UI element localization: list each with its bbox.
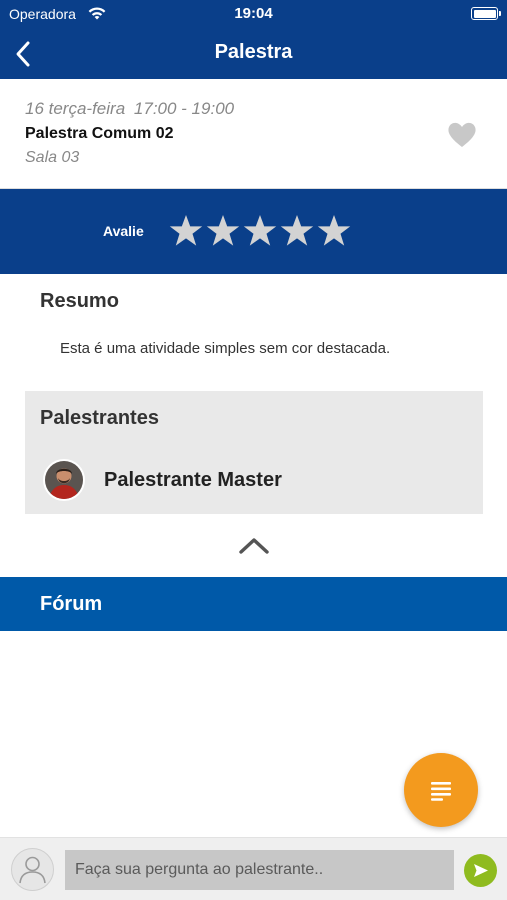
event-name: Palestra Comum 02 — [25, 125, 174, 142]
event-time: 17:00 - 19:00 — [133, 99, 235, 118]
speaker-item[interactable]: Palestrante Master — [43, 459, 463, 501]
clock: 19:04 — [234, 5, 273, 22]
nav-bar: Palestra — [0, 28, 507, 79]
star-icon-1[interactable] — [168, 213, 204, 249]
forum-title: Fórum — [40, 593, 103, 615]
event-room: Sala 03 — [25, 149, 80, 166]
rating-bar: Avalie — [0, 189, 507, 274]
speaker-photo — [45, 461, 83, 499]
battery-icon — [471, 7, 501, 20]
speaker-avatar — [43, 459, 85, 501]
star-icon-2[interactable] — [205, 213, 241, 249]
question-bar — [0, 837, 507, 900]
star-icon-5[interactable] — [316, 213, 352, 249]
speaker-name: Palestrante Master — [104, 469, 282, 491]
lines-icon — [431, 782, 451, 801]
heart-icon — [448, 122, 476, 147]
event-header: 16 terça-feira 17:00 - 19:00 Palestra Co… — [0, 79, 507, 189]
status-bar: Operadora 19:04 — [0, 0, 507, 28]
send-button[interactable] — [464, 854, 497, 887]
send-icon — [474, 864, 488, 877]
event-date: 16 terça-feira — [25, 99, 126, 118]
summary-text: Esta é uma atividade simples sem cor des… — [60, 340, 391, 357]
speakers-section: Palestrantes Palestrante Master — [25, 391, 483, 514]
collapse-chevron-icon[interactable] — [237, 534, 271, 556]
event-datetime: 16 terça-feira 17:00 - 19:00 — [25, 99, 234, 119]
rating-stars — [168, 213, 352, 249]
star-icon-4[interactable] — [279, 213, 315, 249]
star-icon-3[interactable] — [242, 213, 278, 249]
favorite-button[interactable] — [446, 119, 478, 149]
question-input[interactable] — [65, 850, 454, 890]
forum-header: Fórum — [0, 577, 507, 631]
speakers-title: Palestrantes — [40, 407, 159, 429]
user-avatar-icon — [11, 848, 54, 891]
rating-label: Avalie — [103, 223, 144, 239]
summary-title: Resumo — [40, 290, 119, 312]
page-title: Palestra — [214, 41, 293, 63]
filter-fab-button[interactable] — [404, 753, 478, 827]
